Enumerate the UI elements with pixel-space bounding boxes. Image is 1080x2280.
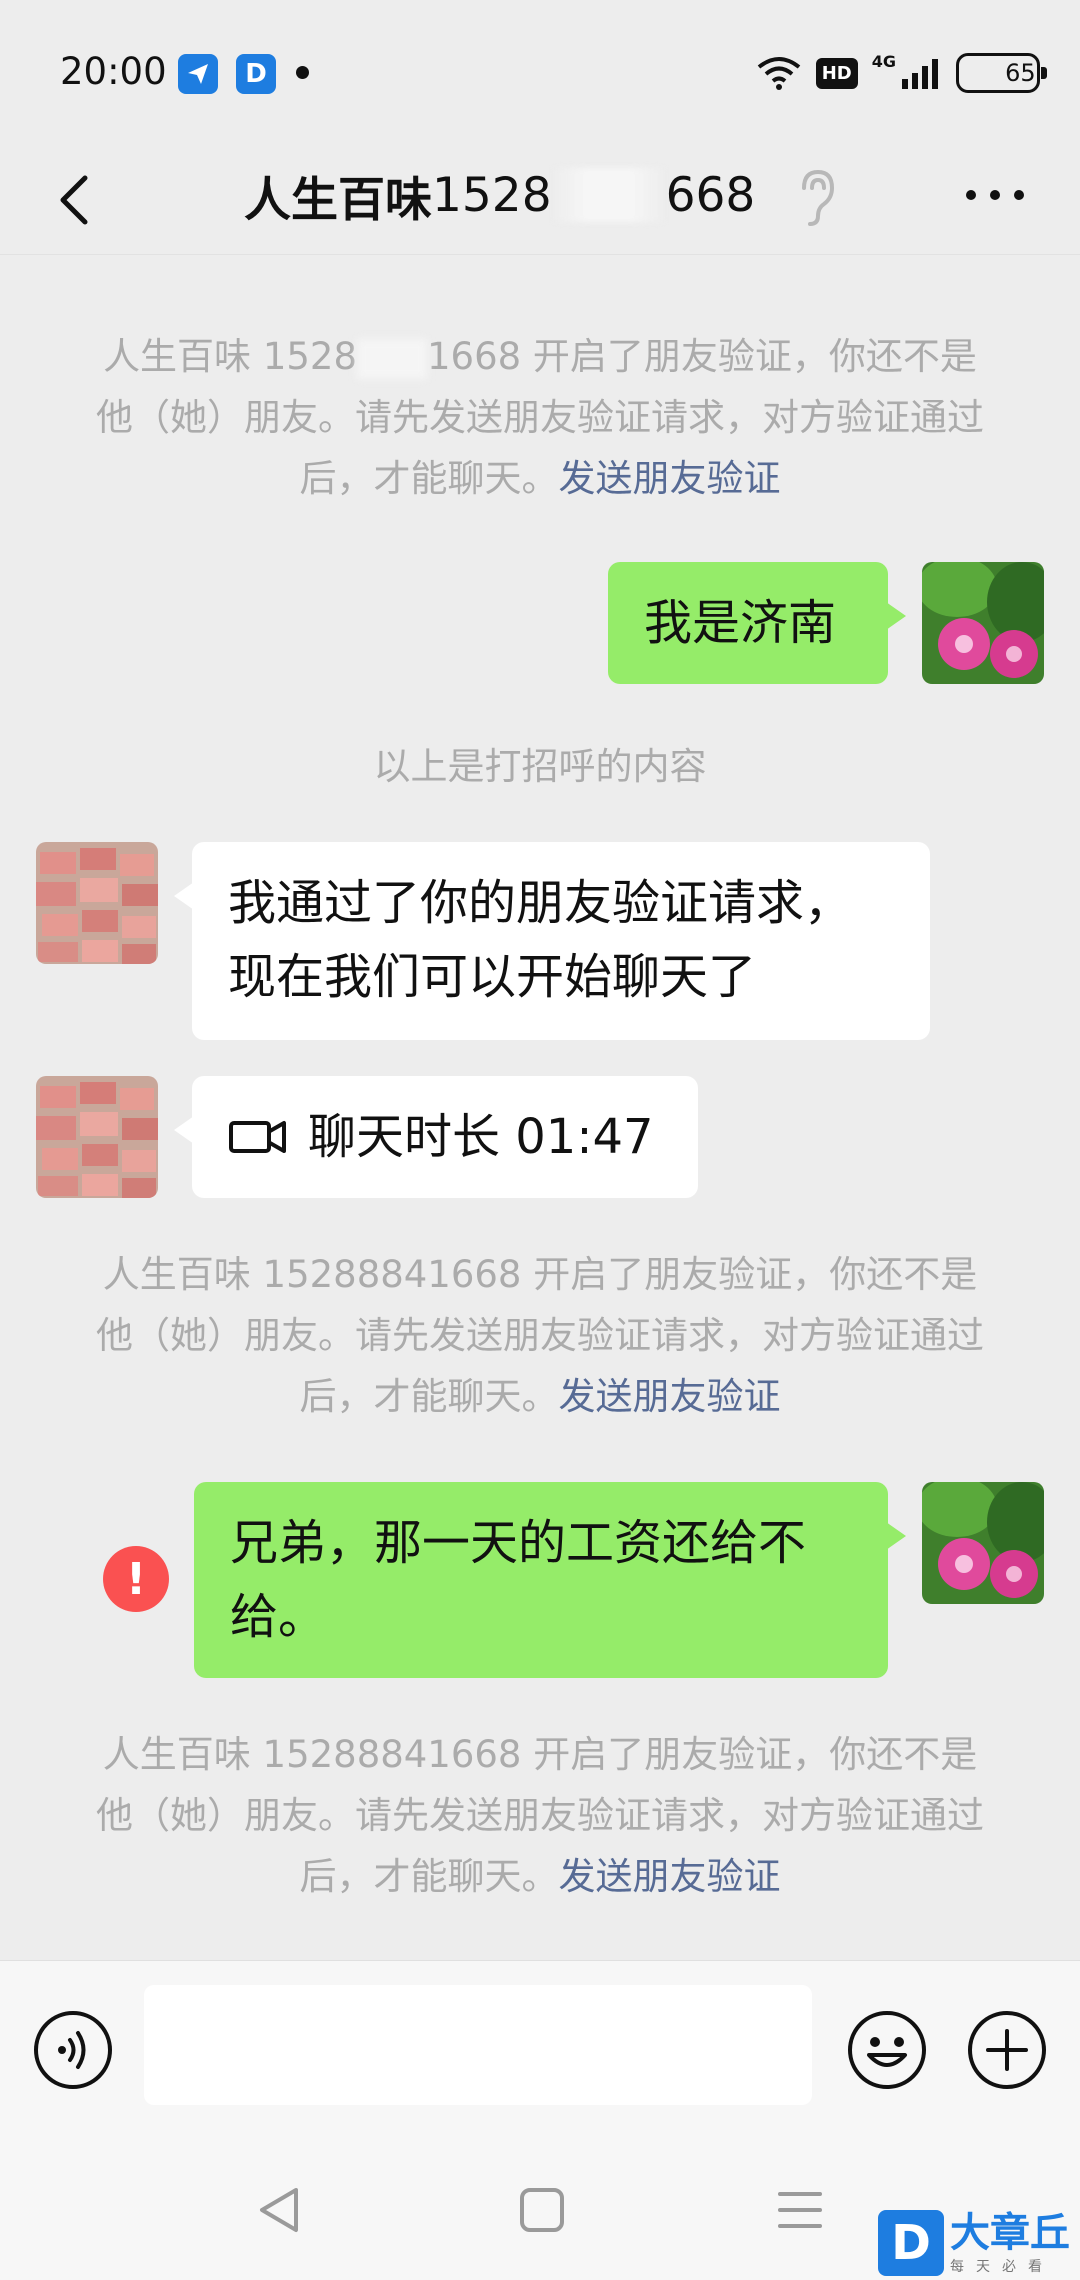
watermark-main: 大章丘	[950, 2210, 1070, 2256]
watermark-logo-mark: D	[878, 2210, 944, 2276]
received-message-text: 我通过了你的朋友验证请求，现在我们可以开始聊天了	[228, 875, 853, 1005]
title-redaction	[553, 168, 664, 222]
friend-verification-notice: 人生百味 1528 1668 开启了朋友验证，你还不是他（她）朋友。请先发送朋友验…	[90, 326, 990, 509]
battery-level: 65	[1005, 59, 1036, 87]
send-failed-icon[interactable]: !	[103, 1546, 169, 1612]
greeting-tip: 以上是打招呼的内容	[373, 745, 707, 788]
send-verification-link[interactable]: 发送朋友验证	[559, 457, 781, 500]
video-camera-icon	[229, 1121, 286, 1153]
watermark-text: 大章丘 每天必看	[950, 2210, 1070, 2276]
back-icon[interactable]	[40, 165, 110, 235]
network-label: 4G	[871, 51, 896, 71]
contact-avatar[interactable]	[36, 1076, 158, 1198]
video-call-record[interactable]: 聊天时长 01:47	[174, 1076, 698, 1198]
system-recents-icon[interactable]	[772, 2182, 828, 2238]
contact-avatar[interactable]	[36, 842, 158, 964]
friend-verification-notice: 人生百味 15288841668 开启了朋友验证，你还不是他（她）朋友。请先发送…	[90, 1244, 990, 1427]
paper-plane-app-icon	[178, 54, 218, 94]
call-duration-text: 聊天时长 01:47	[308, 1109, 654, 1165]
sent-message-text: 兄弟，那一天的工资还给不给。	[230, 1515, 807, 1645]
sent-message-bubble[interactable]: 兄弟，那一天的工资还给不给。	[194, 1482, 906, 1678]
notice-text: 人生百味 15288841668 开启了朋友验证，你还不是他（她）朋友。请先发送…	[96, 1253, 984, 1418]
system-back-icon[interactable]	[252, 2182, 308, 2238]
title-number-start: 1528	[432, 167, 552, 223]
chat-input-bar	[0, 1960, 1080, 2130]
sent-message-bubble[interactable]: 我是济南	[608, 562, 906, 684]
more-functions-icon[interactable]	[966, 2009, 1048, 2091]
send-verification-link[interactable]: 发送朋友验证	[559, 1855, 781, 1898]
signal-icon	[902, 57, 938, 89]
received-message-bubble[interactable]: 我通过了你的朋友验证请求，现在我们可以开始聊天了	[174, 842, 930, 1040]
earpiece-icon	[790, 160, 838, 230]
system-home-icon[interactable]	[514, 2182, 570, 2238]
watermark-sub: 每天必看	[950, 2259, 1054, 2275]
message-input[interactable]	[144, 1985, 812, 2105]
chat-title: 人生百味 1528 668	[244, 155, 755, 235]
notice-redaction	[357, 338, 427, 379]
title-name: 人生百味	[244, 172, 432, 228]
chat-header: 人生百味 1528 668	[0, 145, 1080, 255]
my-avatar[interactable]	[922, 562, 1044, 684]
battery-icon: 65	[956, 53, 1047, 93]
my-avatar[interactable]	[922, 1482, 1044, 1604]
status-indicators: HD 4G 65	[756, 50, 1047, 96]
wifi-icon	[757, 57, 800, 90]
hd-badge: HD	[815, 57, 858, 89]
sent-message-text: 我是济南	[644, 595, 837, 651]
emoji-icon[interactable]	[846, 2009, 928, 2091]
voice-input-icon[interactable]	[32, 2009, 114, 2091]
watermark-logo: D 大章丘 每天必看	[878, 2206, 1080, 2280]
title-number-end: 668	[665, 167, 756, 223]
notice-text-start: 人生百味 1528	[103, 335, 357, 378]
d-app-icon: D	[236, 54, 276, 94]
status-bar: 20:00 D HD 4G 65	[0, 0, 1080, 145]
friend-verification-notice: 人生百味 15288841668 开启了朋友验证，你还不是他（她）朋友。请先发送…	[90, 1724, 990, 1907]
notification-dot-icon	[296, 66, 309, 79]
status-time: 20:00	[60, 50, 167, 93]
send-verification-link[interactable]: 发送朋友验证	[559, 1375, 781, 1418]
notice-text: 人生百味 15288841668 开启了朋友验证，你还不是他（她）朋友。请先发送…	[96, 1733, 984, 1898]
more-options-icon[interactable]	[960, 160, 1030, 230]
